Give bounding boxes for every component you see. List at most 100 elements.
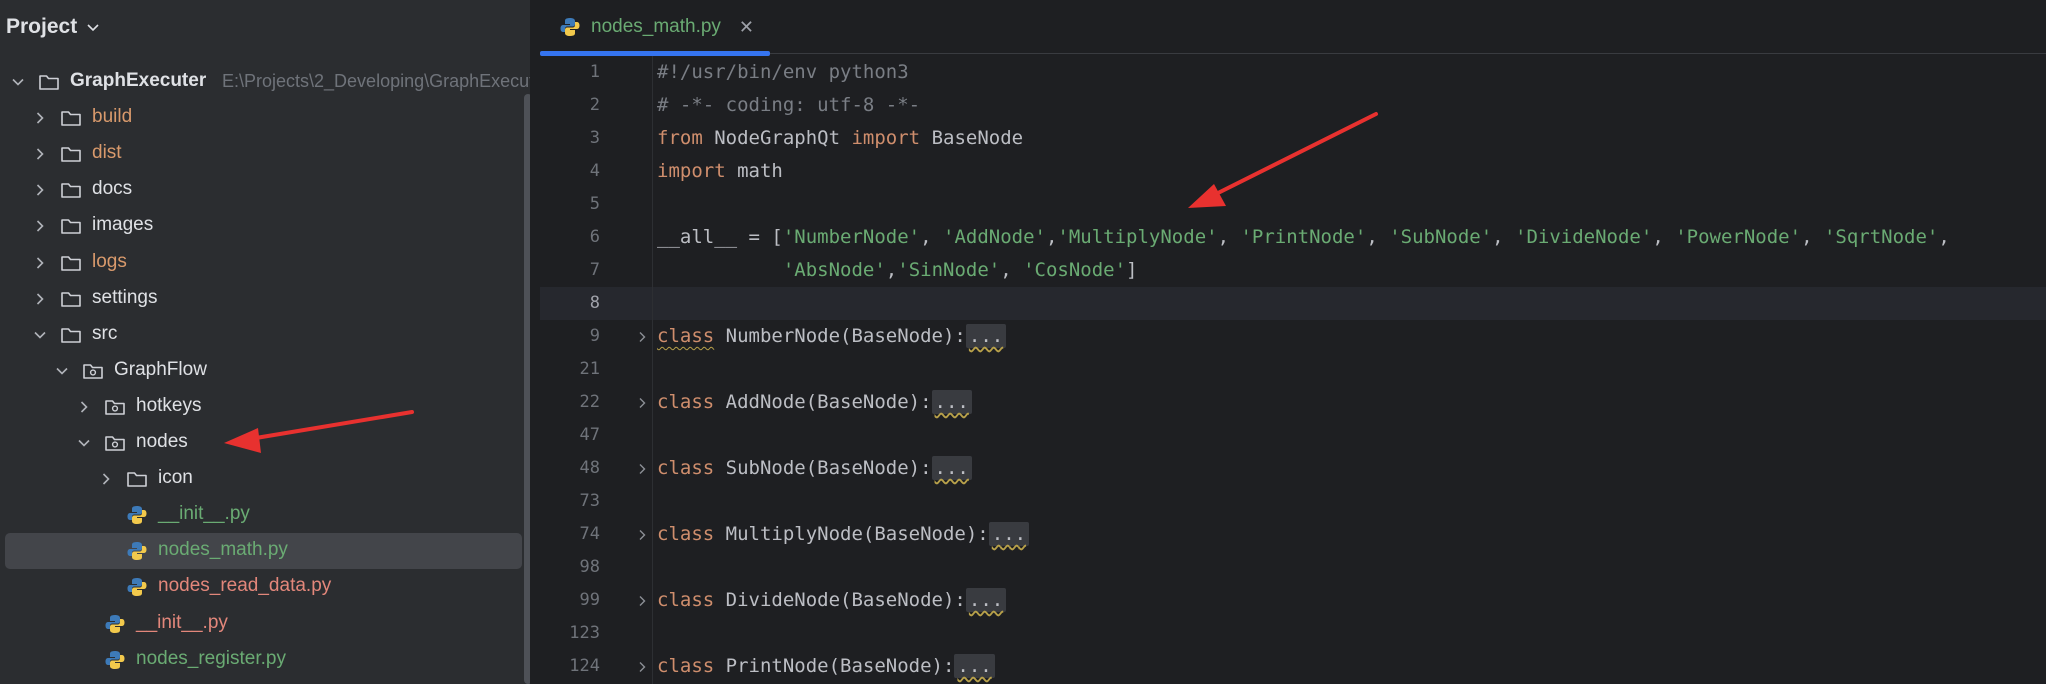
code-line[interactable]: 47 bbox=[540, 419, 2046, 452]
chevron-down-icon[interactable] bbox=[32, 327, 48, 343]
code-token: , bbox=[920, 226, 944, 248]
project-path-hint: E:\Projects\2_Developing\GraphExecuter bbox=[222, 71, 530, 91]
tab-nodes-math[interactable]: nodes_math.py ✕ bbox=[540, 0, 770, 54]
code-line[interactable]: 9 class NumberNode(BaseNode):... bbox=[540, 320, 2046, 353]
tree-item[interactable]: docs bbox=[0, 172, 522, 208]
tree-item[interactable]: build bbox=[0, 100, 522, 136]
code-token: class bbox=[657, 457, 715, 479]
code-text: __all__ = ['NumberNode', 'AddNode','Mult… bbox=[657, 226, 1950, 248]
folded-region[interactable]: ... bbox=[988, 522, 1030, 546]
code-token: import bbox=[851, 127, 921, 149]
code-token: , bbox=[1938, 226, 1950, 248]
code-token: , bbox=[1652, 226, 1676, 248]
tree-item-label: nodes_read_data.py bbox=[158, 575, 332, 597]
tree-item[interactable]: nodes_register.py bbox=[0, 642, 522, 678]
code-line[interactable]: 6 __all__ = ['NumberNode', 'AddNode','Mul… bbox=[540, 221, 2046, 254]
fold-chevron-icon[interactable] bbox=[635, 594, 649, 608]
chevron-right-icon[interactable] bbox=[32, 182, 48, 198]
folded-region[interactable]: ... bbox=[965, 324, 1007, 348]
code-line[interactable]: 98 bbox=[540, 551, 2046, 584]
chevron-right-icon[interactable] bbox=[98, 471, 114, 487]
tree-item-label: docs bbox=[92, 178, 133, 200]
code-line[interactable]: 124 class PrintNode(BaseNode):... bbox=[540, 650, 2046, 683]
line-number: 8 bbox=[589, 293, 600, 313]
code-line[interactable]: 7 'AbsNode','SinNode', 'CosNode'] bbox=[540, 254, 2046, 287]
tree-item[interactable]: nodes bbox=[0, 425, 522, 461]
fold-chevron-icon[interactable] bbox=[635, 330, 649, 344]
fold-chevron-icon[interactable] bbox=[635, 396, 649, 410]
folded-region[interactable]: ... bbox=[954, 654, 995, 678]
code-line[interactable]: 5 bbox=[540, 188, 2046, 221]
code-line[interactable]: 21 bbox=[540, 353, 2046, 386]
line-number: 22 bbox=[579, 392, 600, 412]
code-token: class bbox=[657, 325, 715, 347]
code-token: , bbox=[1366, 226, 1390, 248]
code-area[interactable]: 1 #!/usr/bin/env python3 2 # -*- coding: ut… bbox=[540, 56, 2046, 684]
code-line[interactable]: 73 bbox=[540, 485, 2046, 518]
folded-region[interactable]: ... bbox=[965, 588, 1007, 612]
code-token: class bbox=[657, 523, 715, 545]
code-line[interactable]: 8 bbox=[540, 287, 2046, 320]
code-line[interactable]: 123 bbox=[540, 617, 2046, 650]
line-number: 21 bbox=[579, 359, 600, 379]
project-title[interactable]: Project bbox=[6, 15, 77, 39]
code-line[interactable]: 48 class SubNode(BaseNode):... bbox=[540, 452, 2046, 485]
code-token: 'SinNode' bbox=[897, 259, 1001, 281]
code-token: class bbox=[657, 391, 715, 413]
code-line[interactable]: 99 class DivideNode(BaseNode):... bbox=[540, 584, 2046, 617]
fold-chevron-icon[interactable] bbox=[635, 528, 649, 542]
code-text: from NodeGraphQt import BaseNode bbox=[657, 127, 1023, 149]
chevron-down-icon[interactable] bbox=[76, 435, 92, 451]
code-line[interactable]: 74 class MultiplyNode(BaseNode):... bbox=[540, 518, 2046, 551]
chevron-down-icon[interactable] bbox=[54, 363, 70, 379]
code-line[interactable]: 2 # -*- coding: utf-8 -*- bbox=[540, 89, 2046, 122]
code-token: ] bbox=[1126, 259, 1138, 281]
folder-icon bbox=[61, 111, 81, 126]
tree-item[interactable]: GraphExecuter E:\Projects\2_Developing\Gr… bbox=[0, 64, 530, 100]
tree-item[interactable]: nodes_read_data.py bbox=[0, 569, 522, 605]
line-number: 74 bbox=[579, 524, 600, 544]
chevron-right-icon[interactable] bbox=[32, 218, 48, 234]
folded-region[interactable]: ... bbox=[931, 456, 972, 480]
tree-item[interactable]: GraphFlow bbox=[0, 353, 522, 389]
chevron-right-icon[interactable] bbox=[32, 146, 48, 162]
folder-icon bbox=[127, 472, 147, 487]
code-text: class SubNode(BaseNode):... bbox=[657, 456, 972, 480]
tree-item[interactable]: images bbox=[0, 208, 522, 244]
chevron-down-icon[interactable] bbox=[85, 19, 101, 35]
python-file-icon bbox=[105, 650, 125, 669]
chevron-down-icon[interactable] bbox=[10, 74, 26, 90]
chevron-right-icon[interactable] bbox=[32, 110, 48, 126]
code-line[interactable]: 3 from NodeGraphQt import BaseNode bbox=[540, 122, 2046, 155]
code-token: 'AddNode' bbox=[943, 226, 1046, 248]
tree-item[interactable]: nodes_math.py bbox=[5, 533, 522, 570]
code-token: PrintNode(BaseNode): bbox=[714, 655, 955, 677]
fold-chevron-icon[interactable] bbox=[635, 660, 649, 674]
project-header[interactable]: Project bbox=[0, 0, 530, 54]
folded-region[interactable]: ... bbox=[931, 390, 972, 414]
tree-item[interactable]: logs bbox=[0, 245, 522, 281]
chevron-right-icon[interactable] bbox=[76, 399, 92, 415]
tree-item[interactable]: __init__.py bbox=[0, 606, 522, 642]
tree-item-label: build bbox=[92, 106, 133, 128]
fold-chevron-icon[interactable] bbox=[635, 462, 649, 476]
code-token: 'MultiplyNode' bbox=[1057, 226, 1218, 248]
panel-scrollbar[interactable] bbox=[524, 94, 530, 684]
tree-item[interactable]: hotkeys bbox=[0, 389, 522, 425]
code-line[interactable]: 22 class AddNode(BaseNode):... bbox=[540, 386, 2046, 419]
code-line[interactable]: 1 #!/usr/bin/env python3 bbox=[540, 56, 2046, 89]
chevron-right-icon[interactable] bbox=[32, 291, 48, 307]
tree-item[interactable]: src bbox=[0, 317, 522, 353]
code-token: 'CosNode' bbox=[1023, 259, 1127, 281]
tree-item[interactable]: dist bbox=[0, 136, 522, 172]
gutter-divider bbox=[652, 56, 653, 684]
folder-icon bbox=[61, 255, 81, 271]
code-text: # -*- coding: utf-8 -*- bbox=[657, 94, 920, 116]
tree-item[interactable]: icon bbox=[0, 461, 522, 497]
close-icon[interactable]: ✕ bbox=[739, 17, 754, 38]
chevron-right-icon[interactable] bbox=[32, 255, 48, 271]
tree-item[interactable]: __init__.py bbox=[0, 497, 522, 533]
code-token: , bbox=[885, 259, 898, 281]
code-line[interactable]: 4 import math bbox=[540, 155, 2046, 188]
tree-item[interactable]: settings bbox=[0, 281, 522, 317]
